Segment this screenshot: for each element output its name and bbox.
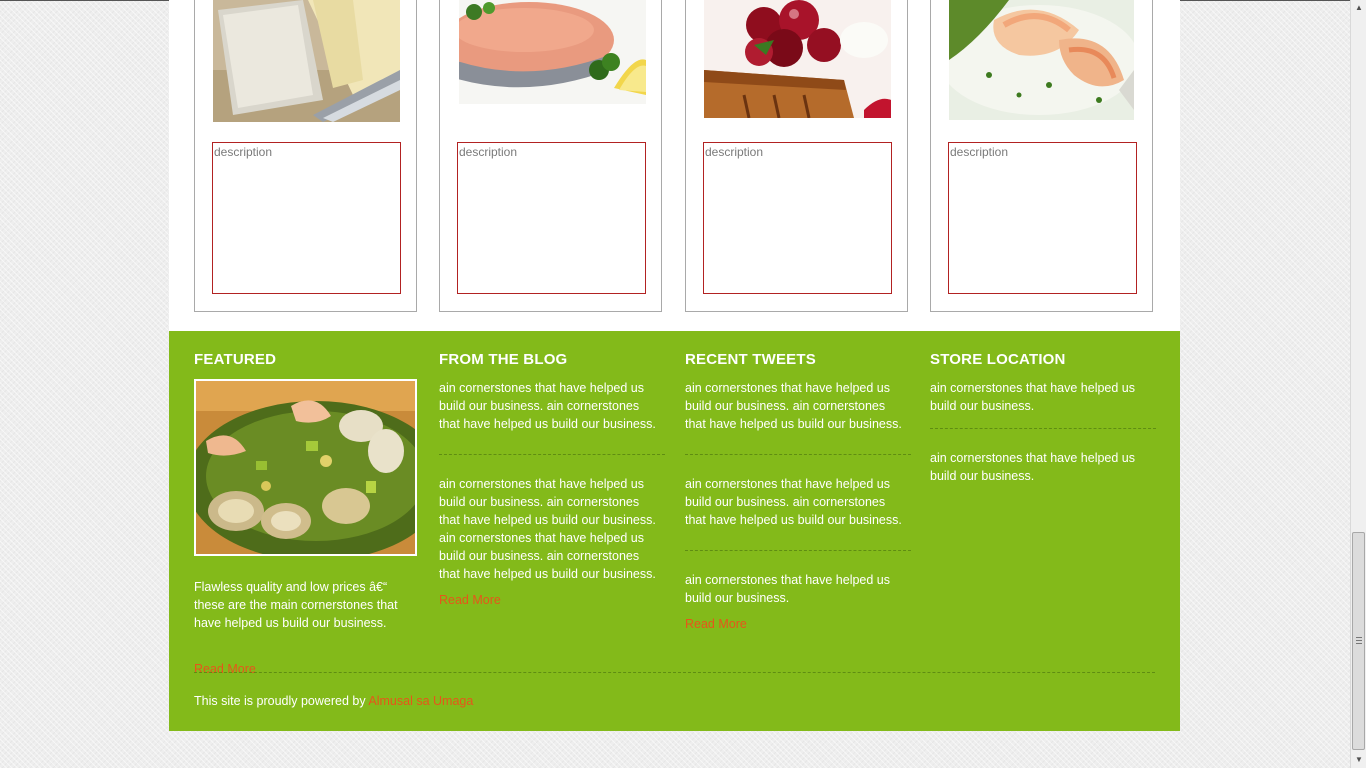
- scroll-down-arrow-icon[interactable]: ▼: [1351, 752, 1366, 768]
- product-grid: description description description desc…: [169, 0, 1180, 331]
- tweet-item: ain cornerstones that have helped us bui…: [685, 573, 890, 605]
- cherry-dessert-photo[interactable]: [704, 0, 891, 118]
- footer: FEATURED Flawless quality and low prices…: [169, 331, 1180, 731]
- product-card: description: [930, 0, 1153, 312]
- blog-column: FROM THE BLOG ain cornerstones that have…: [439, 351, 665, 609]
- featured-column: FEATURED Flawless quality and low prices…: [194, 351, 420, 676]
- tweets-heading: RECENT TWEETS: [685, 351, 816, 368]
- store-item: ain cornerstones that have helped us bui…: [930, 381, 1135, 413]
- blog-separator: [439, 454, 665, 455]
- product-card: description: [194, 0, 417, 312]
- description-field[interactable]: description: [703, 142, 892, 294]
- tweet-item: ain cornerstones that have helped us bui…: [685, 477, 902, 527]
- description-field[interactable]: description: [457, 142, 646, 294]
- blog-read-more-link[interactable]: Read More: [439, 593, 501, 607]
- blog-post: ain cornerstones that have helped us bui…: [439, 477, 656, 581]
- tweets-separator: [685, 550, 911, 551]
- scrollbar-thumb[interactable]: [1352, 532, 1365, 750]
- tweets-column: RECENT TWEETS ain cornerstones that have…: [685, 351, 911, 633]
- footer-divider: [194, 672, 1155, 673]
- powered-prefix: This site is proudly powered by: [194, 694, 366, 708]
- store-heading: STORE LOCATION: [930, 351, 1066, 368]
- blog-heading: FROM THE BLOG: [439, 351, 568, 368]
- store-separator: [930, 428, 1156, 429]
- grip-icon: [1356, 637, 1362, 645]
- description-field[interactable]: description: [948, 142, 1137, 294]
- featured-text: Flawless quality and low prices â€“ thes…: [194, 580, 398, 630]
- powered-by-link[interactable]: Almusal sa Umaga: [368, 694, 473, 708]
- description-field[interactable]: description: [212, 142, 401, 294]
- featured-heading: FEATURED: [194, 351, 277, 368]
- blog-post: ain cornerstones that have helped us bui…: [439, 381, 656, 431]
- store-item: ain cornerstones that have helped us bui…: [930, 451, 1135, 483]
- vertical-scrollbar[interactable]: ▲ ▼: [1350, 0, 1366, 768]
- salmon-photo[interactable]: [459, 0, 646, 104]
- tweet-item: ain cornerstones that have helped us bui…: [685, 381, 902, 431]
- store-column: STORE LOCATION ain cornerstones that hav…: [930, 351, 1156, 485]
- cheese-photo[interactable]: [213, 0, 400, 122]
- seafood-salad-photo[interactable]: [194, 379, 417, 556]
- tweets-separator: [685, 454, 911, 455]
- featured-read-more-link[interactable]: Read More: [194, 662, 256, 676]
- shrimp-photo[interactable]: [949, 0, 1134, 120]
- product-card: description: [439, 0, 662, 312]
- powered-by-text: This site is proudly powered by Almusal …: [194, 694, 473, 708]
- product-card: description: [685, 0, 908, 312]
- scroll-up-arrow-icon[interactable]: ▲: [1351, 0, 1366, 16]
- tweets-read-more-link[interactable]: Read More: [685, 617, 747, 631]
